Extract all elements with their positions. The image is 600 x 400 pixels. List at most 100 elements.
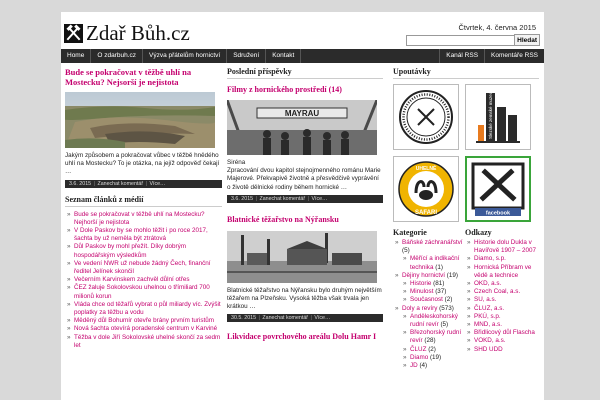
feature-title[interactable]: Bude se pokračovat v těžbě uhlí na Moste… [65, 67, 222, 87]
safari-bottom-text: SAFARI [415, 210, 437, 216]
feature-date: 3.6. 2015 [69, 180, 92, 187]
category-item[interactable]: Doly a revíry (573) [393, 305, 465, 313]
category-item[interactable]: JD (4) [393, 362, 465, 370]
post-date: 30.5. 2015 [231, 315, 257, 322]
category-item[interactable]: Měřící a indikační technika (1) [393, 255, 465, 271]
link-item[interactable]: VOKD, a.s. [465, 337, 539, 345]
post-meta: 30.5. 2015 | Zanechat komentář | Více… [227, 314, 383, 323]
nav-comments-rss[interactable]: Komentáře RSS [484, 49, 544, 63]
nav-home[interactable]: Home [61, 49, 92, 63]
categories-widget: Kategorie Báňské záchranářství (5) Měříc… [393, 228, 465, 370]
colliery-photo[interactable] [227, 230, 377, 283]
main-nav: Home O zdarbuh.cz Výzva přátelům hornict… [61, 49, 544, 63]
category-item[interactable]: Dějiny hornictví (19) [393, 272, 465, 280]
post-title[interactable]: Blatnické těžařstvo na Nýřansku [227, 215, 383, 225]
nav-right: Kanál RSS Komentáře RSS [439, 49, 544, 63]
list-item[interactable]: ČEZ žaluje Sokolovskou uhelnou o třímili… [65, 284, 222, 300]
category-item[interactable]: Historie (81) [393, 280, 465, 288]
list-item[interactable]: Důl Paskov by mohl přežít. Díky dobrým h… [65, 243, 222, 259]
link-item[interactable]: Břidlicový důl Flascha [465, 329, 539, 337]
links-list: Historie dolu Dukla v Havířově 1907 – 20… [465, 239, 539, 354]
nav-association[interactable]: Sdružení [227, 49, 267, 63]
link-item[interactable]: ČLUZ, a.s. [465, 305, 539, 313]
link-item[interactable]: SU, a.s. [465, 296, 539, 304]
categories-list: Báňské záchranářství (5) Měřící a indika… [393, 239, 465, 370]
link-item[interactable]: SHD UDD [465, 346, 539, 354]
middle-column: Poslední příspěvky Filmy z hornického pr… [227, 67, 383, 342]
hammers-facebook-ad[interactable]: facebook [465, 156, 531, 222]
search-input[interactable] [406, 35, 516, 46]
media-article-list: Bude se pokračovat v těžbě uhlí na Moste… [65, 211, 222, 350]
hornicky-spolek-seal-ad[interactable] [393, 84, 459, 150]
nav-contact[interactable]: Kontakt [266, 49, 302, 63]
facebook-hammers-icon: facebook [471, 162, 525, 217]
crossed-hammers-icon [64, 23, 83, 43]
safari-top-text: UHELNÉ [416, 164, 437, 172]
ads-title: Upoutávky [393, 67, 539, 79]
feature-more-link[interactable]: Více… [149, 181, 165, 187]
link-item[interactable]: Historie dolu Dukla v Havířově 1907 – 20… [465, 239, 539, 255]
tower-icon: Slezské zemské muzeum [476, 88, 520, 143]
nav-left: Home O zdarbuh.cz Výzva přátelům hornict… [61, 49, 302, 63]
category-item[interactable]: ČLUZ (2) [393, 346, 465, 354]
category-item[interactable]: Březohorský rudní revír (28) [393, 329, 465, 345]
post-excerpt: Blatnické těžařstvo na Nýřansku bylo dru… [227, 286, 382, 311]
list-item[interactable]: Těžba v dole Jiří Sokolovské uhelné skon… [65, 334, 222, 350]
links-widget: Odkazy Historie dolu Dukla v Havířově 19… [465, 228, 539, 370]
post-date: 3.6. 2015 [231, 195, 254, 202]
category-item[interactable]: Anděleskohorský rudní revír (5) [393, 313, 465, 329]
facebook-label: facebook [486, 211, 511, 217]
list-item[interactable]: Vláda chce od těžařů vybrat o půl miliar… [65, 301, 222, 317]
page: Zdař Bůh.cz Čtvrtek, 4. června 2015 Hled… [61, 12, 544, 400]
post-title[interactable]: Filmy z hornického prostředí (14) [227, 85, 383, 95]
link-item[interactable]: Diamo, s.p. [465, 255, 539, 263]
categories-title: Kategorie [393, 228, 427, 237]
nav-about[interactable]: O zdarbuh.cz [91, 49, 144, 63]
right-column: Upoutávky Slezské zemské muzeum UHELNÉ S… [393, 67, 539, 370]
media-list-title: Seznam článků z médií [65, 195, 222, 207]
site-name: Zdař Bůh.cz [86, 21, 190, 45]
category-item[interactable]: Minulost (37) [393, 288, 465, 296]
link-item[interactable]: Hornická Příbram ve vědě a technice [465, 264, 539, 280]
feature-meta: 3.6. 2015 | Zanechat komentář | Více… [65, 179, 222, 188]
list-item[interactable]: Ve vedení NWR už nebude žádný Čech, fina… [65, 260, 222, 276]
links-title: Odkazy [465, 228, 492, 237]
link-item[interactable]: MND, a.s. [465, 321, 539, 329]
feature-comment-link[interactable]: Zanechat komentář [97, 181, 143, 187]
post-title[interactable]: Likvidace povrchového areálu Dolu Hamr I [227, 332, 383, 342]
list-item[interactable]: Bude se pokračovat v těžbě uhlí na Moste… [65, 211, 222, 227]
list-item[interactable]: Měděný důl Bohumír otevře brány prvním t… [65, 317, 222, 325]
category-item[interactable]: Současnost (2) [393, 296, 465, 304]
mine-film-photo[interactable]: MAYRAU [227, 100, 377, 155]
category-item[interactable]: Diamo (19) [393, 354, 465, 362]
site-logo[interactable]: Zdař Bůh.cz [64, 22, 190, 44]
ads-grid: Slezské zemské muzeum UHELNÉ SAFARI face… [393, 84, 539, 222]
list-item[interactable]: Nová šachta otevírá poradenské centrum v… [65, 325, 222, 333]
mine-sign: MAYRAU [285, 109, 320, 118]
hornicke-muzeum-tower-ad[interactable]: Slezské zemské muzeum [465, 84, 531, 150]
uhelne-safari-ad[interactable]: UHELNÉ SAFARI [393, 156, 459, 222]
post-more-link[interactable]: Více… [311, 196, 327, 202]
feature-excerpt: Jakým způsobem a pokračovat vůbec v těžb… [65, 152, 220, 176]
nav-appeal[interactable]: Výzva přátelům hornictví [143, 49, 228, 63]
list-item[interactable]: V Dole Paskov by se mohlo těžit i po roc… [65, 227, 222, 243]
search-button[interactable]: Hledat [514, 34, 540, 46]
safari-icon: UHELNÉ SAFARI [398, 161, 454, 217]
post-meta: 3.6. 2015 | Zanechat komentář | Více… [227, 194, 383, 203]
post-more-link[interactable]: Více… [314, 315, 330, 321]
nav-rss[interactable]: Kanál RSS [439, 49, 484, 63]
current-date: Čtvrtek, 4. června 2015 [458, 23, 536, 32]
sidebar-lists: Kategorie Báňské záchranářství (5) Měříc… [393, 228, 539, 370]
post-comment-link[interactable]: Zanechat komentář [259, 196, 305, 202]
link-item[interactable]: Czech Coal, a.s. [465, 288, 539, 296]
left-column: Bude se pokračovat v těžbě uhlí na Moste… [65, 67, 222, 350]
museum-label: Slezské zemské muzeum [488, 88, 493, 139]
open-pit-mine-photo[interactable] [65, 92, 215, 148]
link-item[interactable]: PKÚ, s.p. [465, 313, 539, 321]
link-item[interactable]: OKD, a.s. [465, 280, 539, 288]
seal-icon [399, 90, 453, 144]
recent-posts-heading: Poslední příspěvky [227, 67, 383, 79]
category-item[interactable]: Báňské záchranářství (5) [393, 239, 465, 255]
post-comment-link[interactable]: Zanechat komentář [262, 315, 308, 321]
post-excerpt: Siréna Zpracování dvou kapitol stejnojme… [227, 159, 381, 191]
